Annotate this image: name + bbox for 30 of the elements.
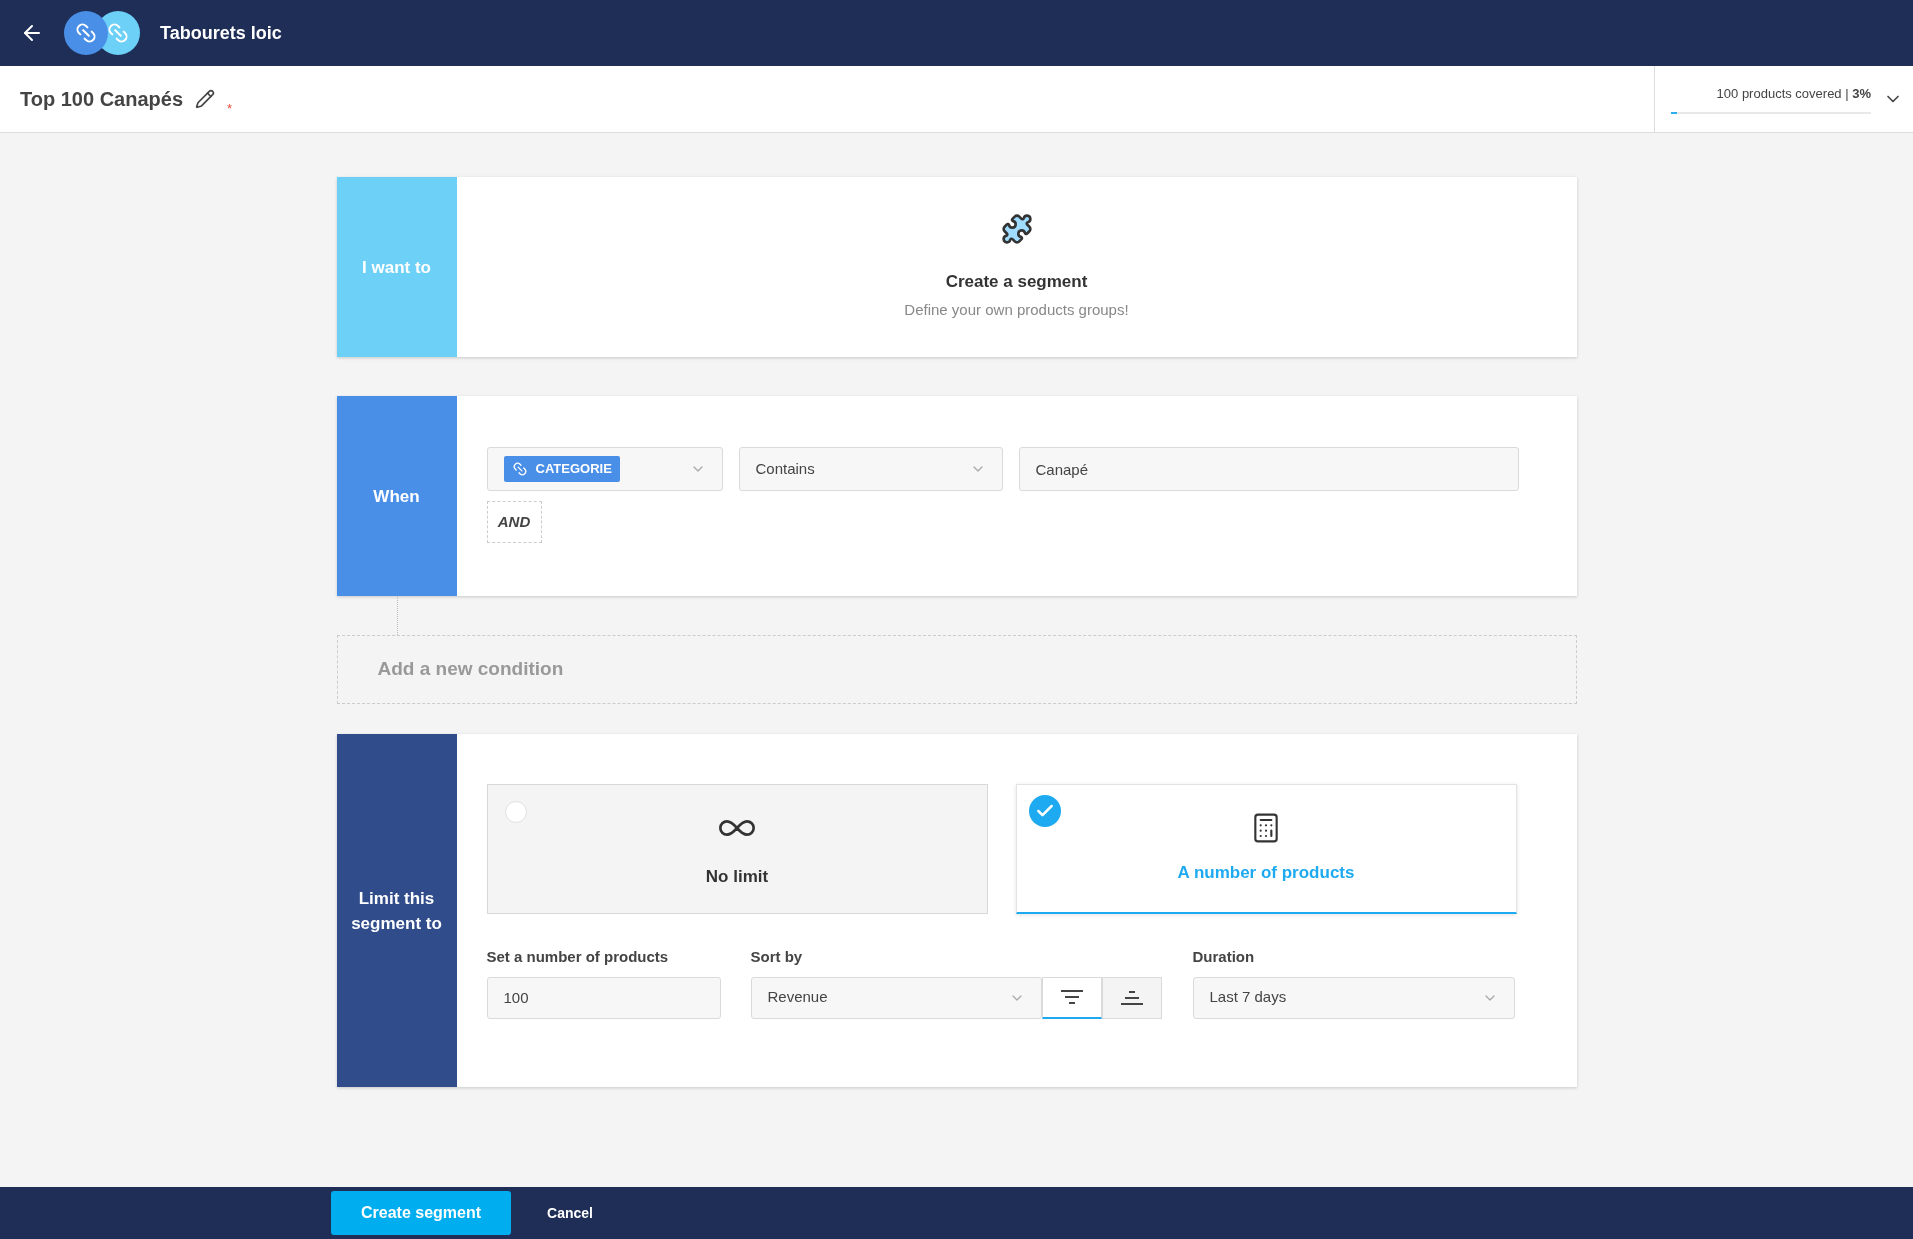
intent-title: Create a segment xyxy=(945,271,1088,293)
required-mark: * xyxy=(227,100,233,119)
sort-direction-button[interactable] xyxy=(1041,976,1102,1019)
count-input[interactable]: 100 xyxy=(486,976,721,1019)
app-title: Tabourets loic xyxy=(160,21,282,45)
intent-subtitle: Define your own products groups! xyxy=(904,299,1129,320)
option-label: A number of products xyxy=(1177,861,1355,884)
sort-select[interactable]: Revenue xyxy=(750,976,1042,1019)
coverage-text: 100 products covered | 3% xyxy=(1716,85,1871,104)
section-label: Limit this segment to xyxy=(350,887,443,935)
field-label: Duration xyxy=(1192,947,1256,967)
section-label: I want to xyxy=(362,256,431,279)
duration-select[interactable]: Last 7 days xyxy=(1192,976,1515,1019)
cancel-button[interactable]: Cancel xyxy=(547,1202,593,1224)
limit-option[interactable]: No limit xyxy=(486,784,988,914)
and-connector[interactable]: AND xyxy=(486,501,542,543)
section-label: When xyxy=(373,485,420,508)
option-label: No limit xyxy=(705,866,769,889)
puzzle-piece-icon xyxy=(1000,213,1033,245)
app-logo-icon xyxy=(64,11,140,55)
field-label: Sort by xyxy=(750,947,804,967)
operator-select[interactable]: Contains xyxy=(738,447,1003,491)
edit-pencil-icon[interactable] xyxy=(195,89,216,109)
attribute-tag: CATEGORIE xyxy=(503,456,620,482)
sort-descending-icon xyxy=(1060,990,1083,1004)
sort-direction-button[interactable] xyxy=(1101,976,1162,1019)
field-label: Set a number of products xyxy=(486,947,670,967)
sort-ascending-icon xyxy=(1120,990,1143,1005)
value-input[interactable]: Canapé xyxy=(1018,447,1519,491)
segment-name: Top 100 Canapés xyxy=(20,87,184,112)
